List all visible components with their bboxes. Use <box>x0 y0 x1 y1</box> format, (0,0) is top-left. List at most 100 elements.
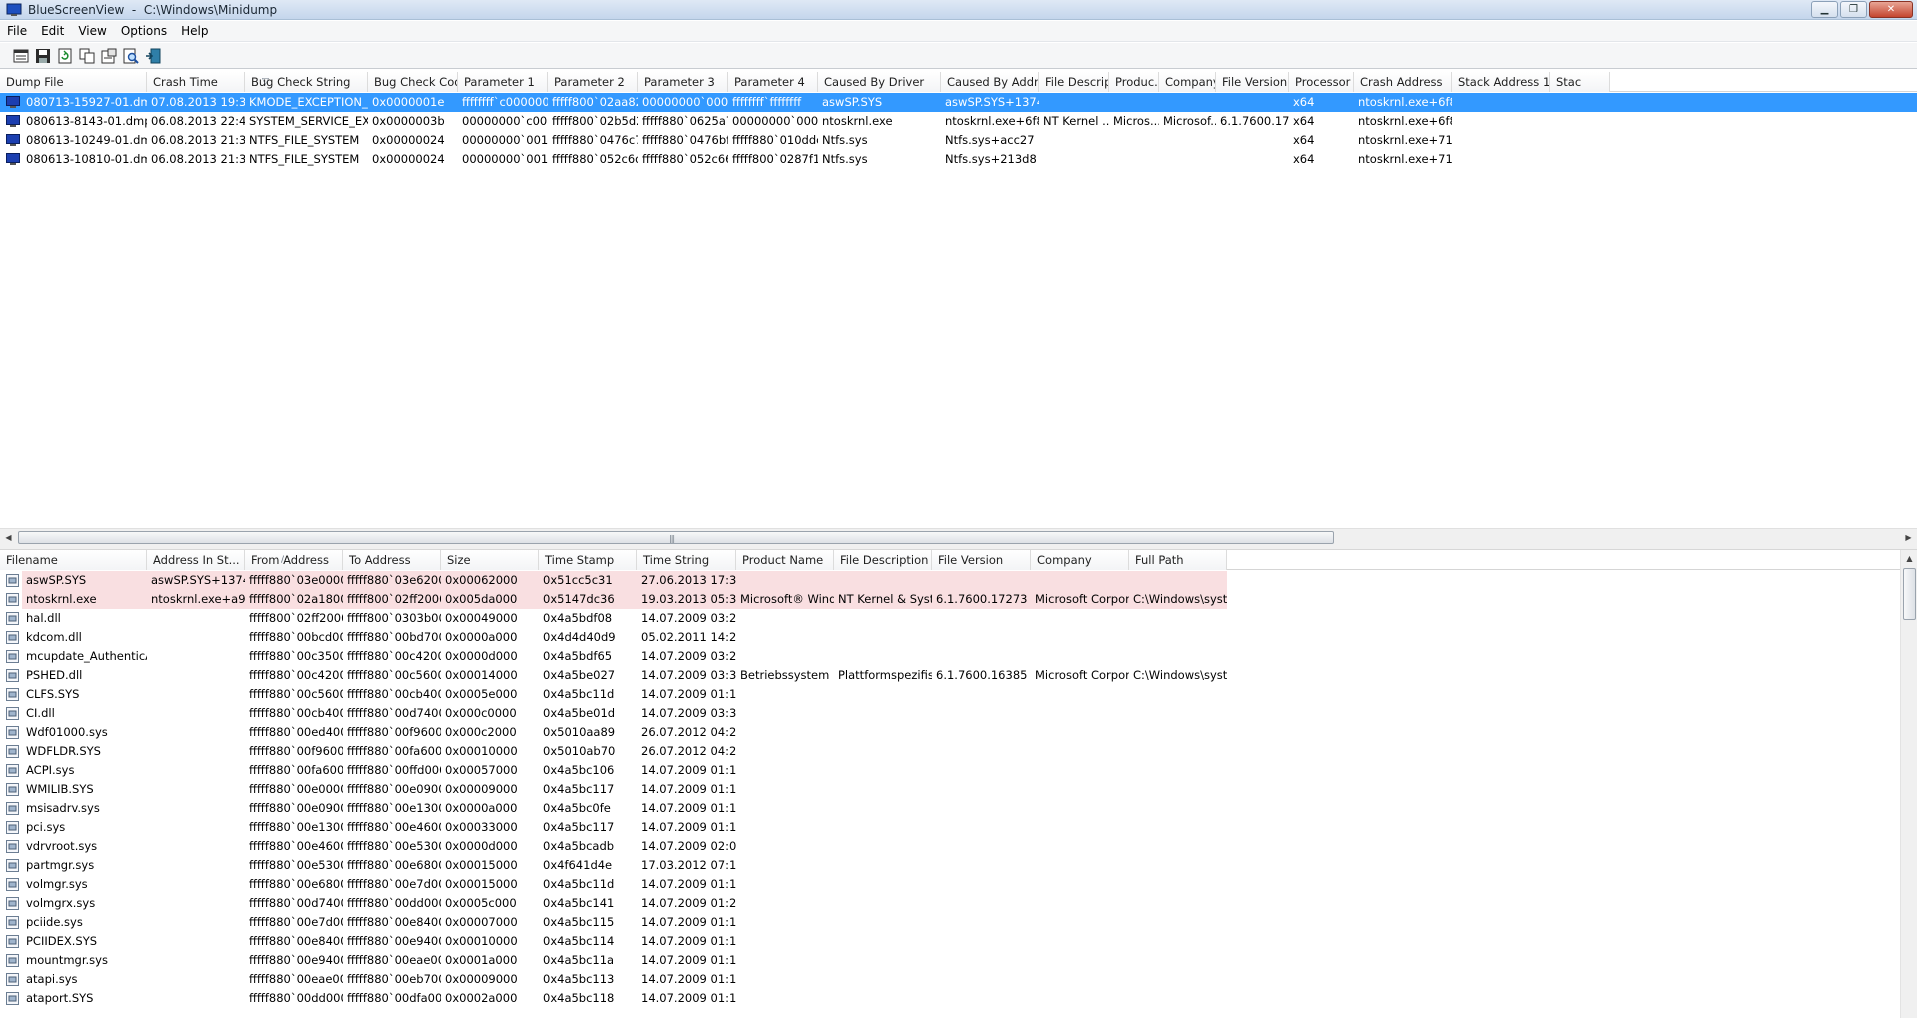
column-header-parameter-3[interactable]: Parameter 3 <box>638 72 728 92</box>
driver-row[interactable]: mountmgr.sys fffff880`00e94000 fffff880`00… <box>0 951 1917 970</box>
driver-row[interactable]: pciide.sys fffff880`00e7d000 fffff880`00e8… <box>0 913 1917 932</box>
crash-dump-list[interactable]: Dump File Crash Time Bug Check String Bug C… <box>0 72 1917 528</box>
column-header-dump-file[interactable]: Dump File <box>0 72 147 92</box>
driver-row[interactable]: volmgr.sys fffff880`00e68000 fffff880`00e7… <box>0 875 1917 894</box>
column-header-produc[interactable]: Produc... <box>1109 72 1159 92</box>
column-header-parameter-4[interactable]: Parameter 4 <box>728 72 818 92</box>
maximize-button[interactable]: ❐ <box>1840 1 1867 18</box>
driver-row[interactable]: kdcom.dll fffff880`00bcd000 fffff880`00bd7… <box>0 628 1917 647</box>
driver-row[interactable]: WMILIB.SYS fffff880`00e00000 fffff880`00e0… <box>0 780 1917 799</box>
column-header-parameter-1[interactable]: Parameter 1 <box>458 72 548 92</box>
advanced-options-button[interactable] <box>98 45 120 67</box>
find-button[interactable] <box>120 45 142 67</box>
cell-address-in-st <box>147 666 245 685</box>
crash-dump-row[interactable]: 080713-15927-01.dmp 07.08.2013 19:36:22 KM… <box>0 93 1917 112</box>
scroll-up-arrow[interactable]: ▲ <box>1901 550 1917 567</box>
cell-stac <box>1550 150 1610 169</box>
driver-row[interactable]: Wdf01000.sys fffff880`00ed4000 fffff880`00… <box>0 723 1917 742</box>
driver-row[interactable]: mcupdate_AuthenticAMD.dll fffff880`00c350… <box>0 647 1917 666</box>
driver-list[interactable]: Filename Address In St... From Address To A… <box>0 550 1917 1018</box>
column-header-processor[interactable]: Processor <box>1289 72 1354 92</box>
cell-file-description: NT Kernel & System <box>834 590 932 609</box>
crash-dump-row[interactable]: 080613-10249-01.dmp 06.08.2013 21:36:46 NT… <box>0 131 1917 150</box>
cell-full-path <box>1129 761 1227 780</box>
menu-edit[interactable]: Edit <box>34 22 71 41</box>
column-header-full-path[interactable]: Full Path <box>1129 550 1227 570</box>
column-header-bug-check-code[interactable]: Bug Check Code <box>368 72 458 92</box>
column-header-parameter-2[interactable]: Parameter 2 <box>548 72 638 92</box>
column-header-to-address[interactable]: To Address <box>343 550 441 570</box>
driver-row[interactable]: atapi.sys fffff880`00eae000 fffff880`00eb7… <box>0 970 1917 989</box>
column-header-from-address[interactable]: From Address <box>245 550 343 570</box>
column-header-time-stamp[interactable]: Time Stamp <box>539 550 637 570</box>
driver-row[interactable]: partmgr.sys fffff880`00e53000 fffff880`00e… <box>0 856 1917 875</box>
column-header-stac[interactable]: Stac <box>1550 72 1610 92</box>
cell-time-string: 14.07.2009 01:19:57 <box>641 687 736 701</box>
cell-file-description <box>834 704 932 723</box>
menu-view[interactable]: View <box>71 22 113 41</box>
cell-dump-file: 080613-8143-01.dmp <box>26 114 147 128</box>
crash-dump-row[interactable]: 080613-8143-01.dmp 06.08.2013 22:48:21 SYS… <box>0 112 1917 131</box>
column-header-stack-address-1[interactable]: Stack Address 1 <box>1452 72 1550 92</box>
cell-time-string: 14.07.2009 03:27:36 <box>641 611 736 625</box>
driver-row[interactable]: ACPI.sys fffff880`00fa6000 fffff880`00ffd0… <box>0 761 1917 780</box>
copy-button[interactable] <box>76 45 98 67</box>
column-header-filename[interactable]: Filename <box>0 550 147 570</box>
cell-company <box>1031 799 1129 818</box>
cell-stack-address-1 <box>1452 150 1550 169</box>
properties-button[interactable] <box>10 45 32 67</box>
menu-help[interactable]: Help <box>174 22 215 41</box>
column-header-size[interactable]: Size <box>441 550 539 570</box>
column-header-crash-time[interactable]: Crash Time <box>147 72 245 92</box>
cell-file-descript <box>1039 93 1109 112</box>
column-header-file-version[interactable]: File Version <box>932 550 1031 570</box>
driver-row[interactable]: hal.dll fffff800`02ff2000 fffff800`0303b0 0… <box>0 609 1917 628</box>
column-header-time-string[interactable]: Time String <box>637 550 736 570</box>
horizontal-scrollbar[interactable]: ◀ ||| ▶ <box>0 528 1917 545</box>
cell-produc: Micros... <box>1113 114 1159 128</box>
column-header-file-description[interactable]: File Description <box>834 550 932 570</box>
scroll-left-arrow[interactable]: ◀ <box>0 529 17 546</box>
cell-product-name <box>736 571 834 590</box>
exit-button[interactable] <box>142 45 164 67</box>
menu-options[interactable]: Options <box>114 22 174 41</box>
driver-row[interactable]: vdrvroot.sys fffff880`00e46000 fffff880`00… <box>0 837 1917 856</box>
column-header-caused-by-driver[interactable]: Caused By Driver <box>818 72 941 92</box>
cell-to-address: fffff880`00ffd000 <box>347 763 441 777</box>
vertical-scrollbar[interactable]: ▲ <box>1900 550 1917 1018</box>
driver-row[interactable]: PSHED.dll fffff880`00c42000 fffff880`00c56… <box>0 666 1917 685</box>
driver-row[interactable]: ntoskrnl.exentoskrnl.exe+a9719fffff800`0… <box>0 590 1917 609</box>
refresh-button[interactable] <box>54 45 76 67</box>
save-button[interactable] <box>32 45 54 67</box>
driver-row[interactable]: PCIIDEX.SYS fffff880`00e84000 fffff880`00e… <box>0 932 1917 951</box>
column-header-company[interactable]: Company <box>1159 72 1216 92</box>
column-header-file-descript[interactable]: File Descript... <box>1039 72 1109 92</box>
cell-company <box>1159 93 1216 112</box>
column-header-crash-address[interactable]: Crash Address <box>1354 72 1452 92</box>
cell-stack-address-1 <box>1452 112 1550 131</box>
scrollbar-thumb[interactable]: ||| <box>18 531 1334 544</box>
cell-file-version <box>932 989 1031 1008</box>
driver-row[interactable]: WDFLDR.SYS fffff880`00f96000 fffff880`00fa… <box>0 742 1917 761</box>
vertical-scrollbar-thumb[interactable] <box>1903 568 1916 620</box>
crash-dump-row[interactable]: 080613-10810-01.dmp 06.08.2013 21:31:57 NT… <box>0 150 1917 169</box>
column-header-company[interactable]: Company <box>1031 550 1129 570</box>
cell-size: 0x0001a000 <box>445 953 518 967</box>
minimize-button[interactable]: ▁ <box>1811 1 1838 18</box>
driver-row[interactable]: pci.sys fffff880`00e13000 fffff880`00e4600… <box>0 818 1917 837</box>
driver-row[interactable]: CLFS.SYS fffff880`00c56000 fffff880`00cb40… <box>0 685 1917 704</box>
cell-file-description <box>834 571 932 590</box>
menu-file[interactable]: File <box>0 22 34 41</box>
driver-row[interactable]: aswSP.SYSaswSP.SYS+13743fffff880`03e0000… <box>0 571 1917 590</box>
column-header-caused-by-address[interactable]: Caused By Address <box>941 72 1039 92</box>
driver-row[interactable]: msisadrv.sys fffff880`00e09000 fffff880`00… <box>0 799 1917 818</box>
column-header-address-in-st[interactable]: Address In St... <box>147 550 245 570</box>
column-header-file-version[interactable]: File Version <box>1216 72 1289 92</box>
driver-row[interactable]: CI.dll fffff880`00cb4000 fffff880`00d74000… <box>0 704 1917 723</box>
driver-row[interactable]: volmgrx.sys fffff880`00d74000 fffff880`00d… <box>0 894 1917 913</box>
scroll-right-arrow[interactable]: ▶ <box>1900 529 1917 546</box>
column-header-product-name[interactable]: Product Name <box>736 550 834 570</box>
cell-address-in-st <box>147 875 245 894</box>
driver-row[interactable]: ataport.SYS fffff880`00dd0000 fffff880`00d… <box>0 989 1917 1008</box>
close-button[interactable]: ✕ <box>1869 1 1913 18</box>
